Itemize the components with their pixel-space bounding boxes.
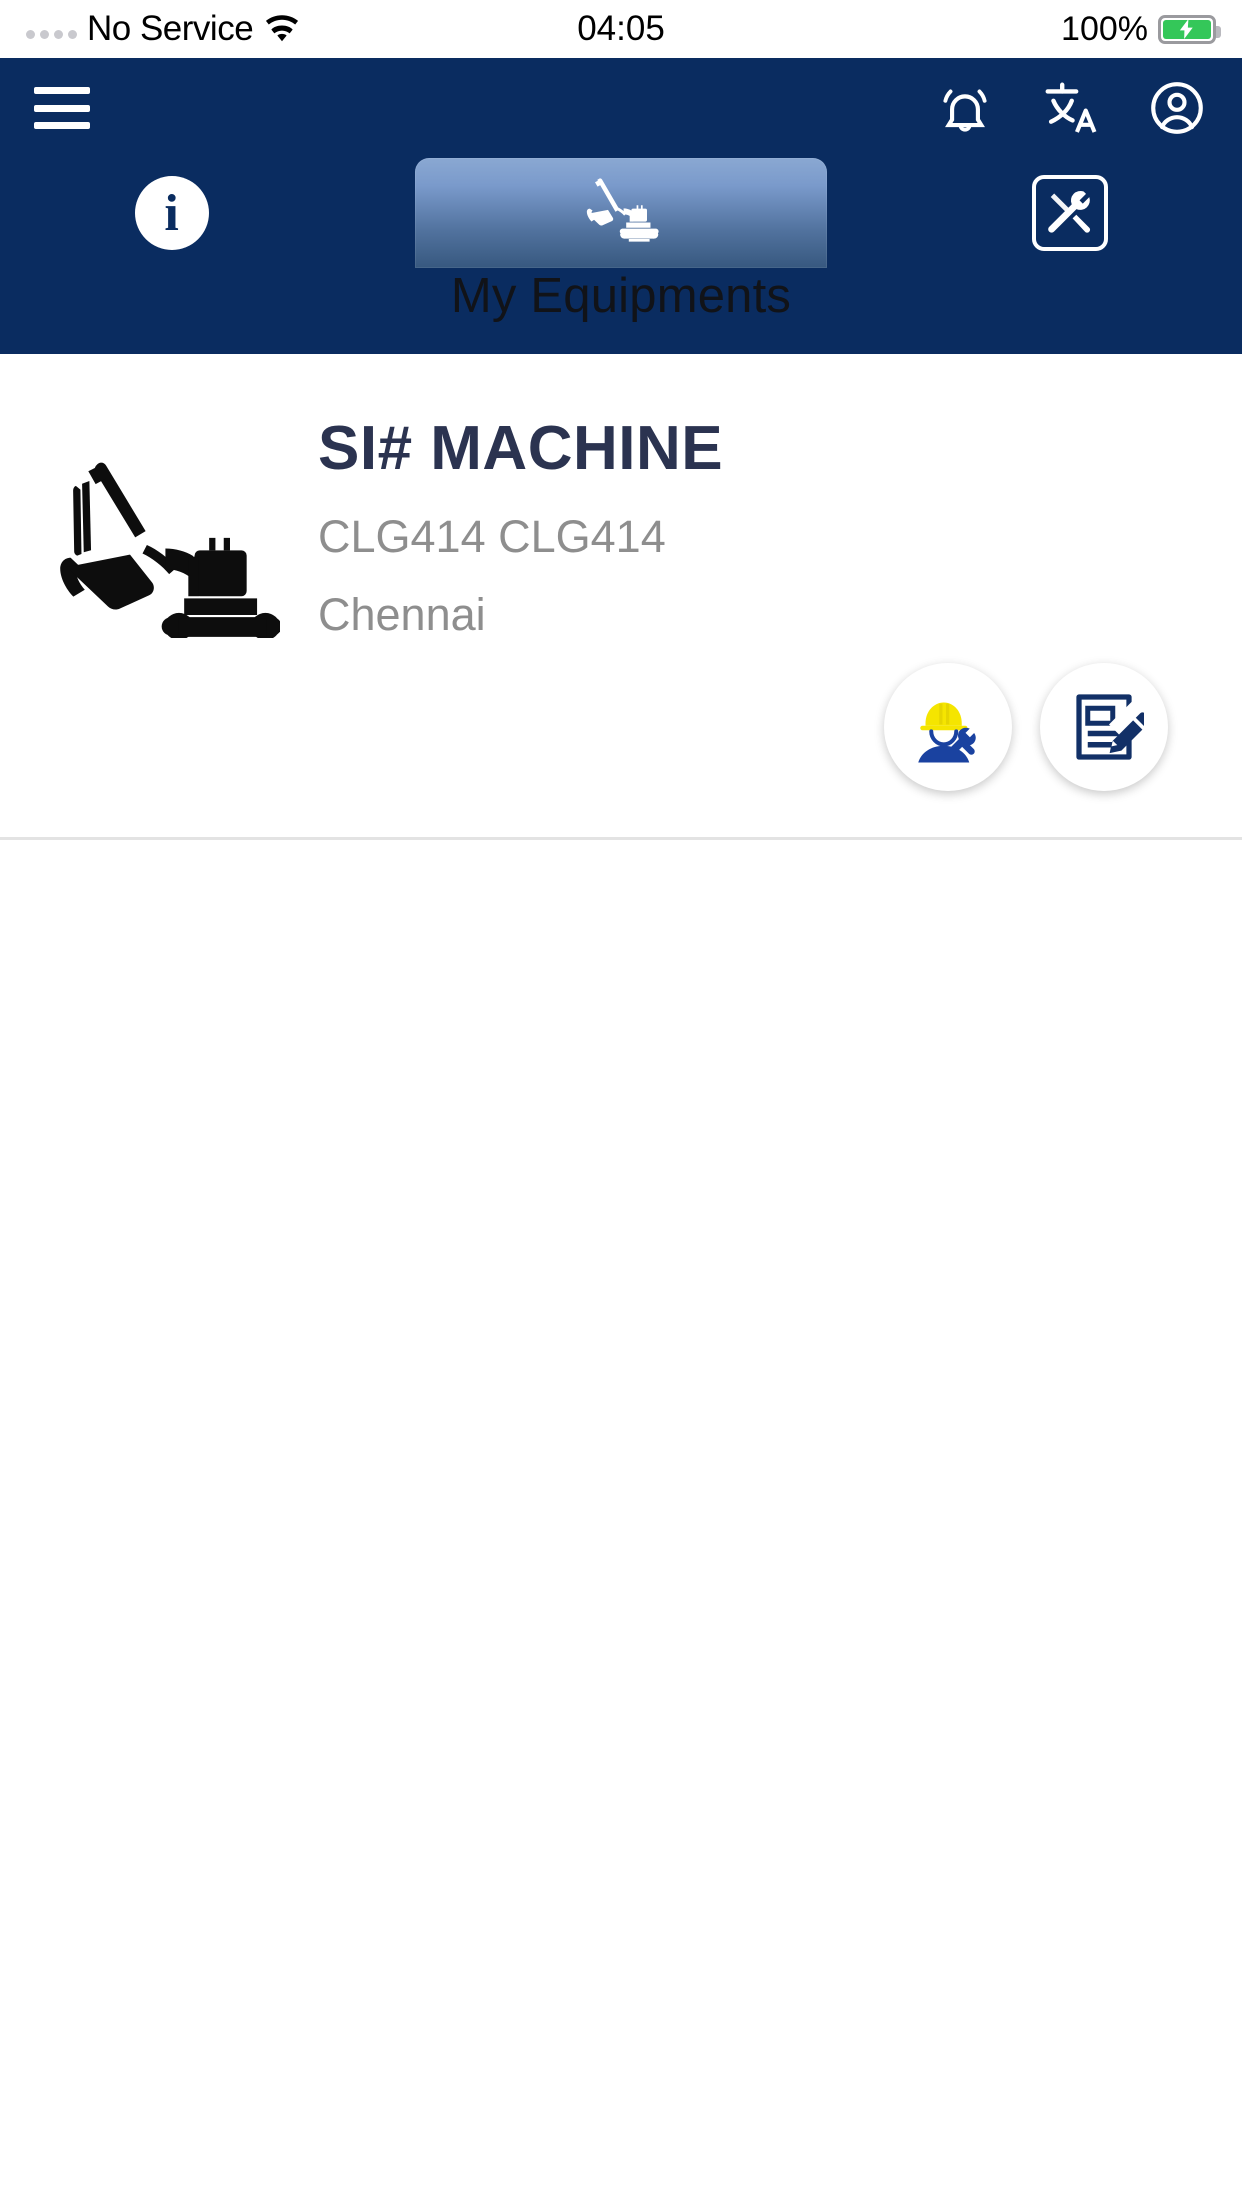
tools-icon [1048, 191, 1091, 233]
tools-icon-box [1032, 175, 1109, 251]
wifi-icon [266, 15, 299, 42]
equipment-list: SI# MACHINE CLG414 CLG414 Chennai [0, 354, 1242, 841]
list-divider [0, 837, 1242, 841]
carrier-label: No Service [87, 9, 254, 48]
status-bar-left: No Service [26, 9, 301, 49]
inspection-report-button[interactable] [1040, 663, 1168, 792]
equipment-model: CLG414 CLG414 [318, 511, 666, 563]
list-item[interactable]: SI# MACHINE CLG414 CLG414 Chennai [0, 354, 1242, 792]
hamburger-menu-icon[interactable] [34, 87, 90, 129]
status-bar-right: 100% [1061, 9, 1221, 49]
tab-info[interactable]: i [112, 158, 232, 268]
technician-helmet-tools-icon [918, 702, 976, 763]
tab-bar: i [0, 158, 1242, 268]
status-bar: No Service 04:05 100% [0, 0, 1242, 58]
equipment-info: SI# MACHINE CLG414 CLG414 Chennai [280, 410, 1212, 792]
service-request-button[interactable] [884, 663, 1012, 792]
page-title: My Equipments [450, 269, 792, 323]
excavator-silhouette-icon [60, 462, 280, 638]
account-icon[interactable] [1146, 77, 1208, 139]
navigation-bar [0, 58, 1242, 158]
battery-percent-label: 100% [1061, 9, 1148, 48]
equipment-actions [318, 641, 1212, 792]
equipment-name: SI# MACHINE [318, 414, 724, 483]
equipment-thumbnail [30, 410, 280, 791]
document-edit-icon [1076, 694, 1144, 760]
signal-dots-icon [26, 19, 77, 39]
translate-icon[interactable] [1040, 77, 1102, 139]
info-circle-icon: i [134, 176, 209, 250]
tab-service[interactable] [1010, 158, 1130, 268]
excavator-icon [586, 178, 659, 242]
notifications-icon[interactable] [934, 77, 996, 139]
nav-actions [934, 77, 1208, 139]
app-header: i My Equipments [0, 58, 1242, 354]
tab-my-equipments[interactable] [414, 158, 827, 268]
battery-charging-icon [1158, 14, 1221, 44]
equipment-location: Chennai [318, 589, 486, 641]
